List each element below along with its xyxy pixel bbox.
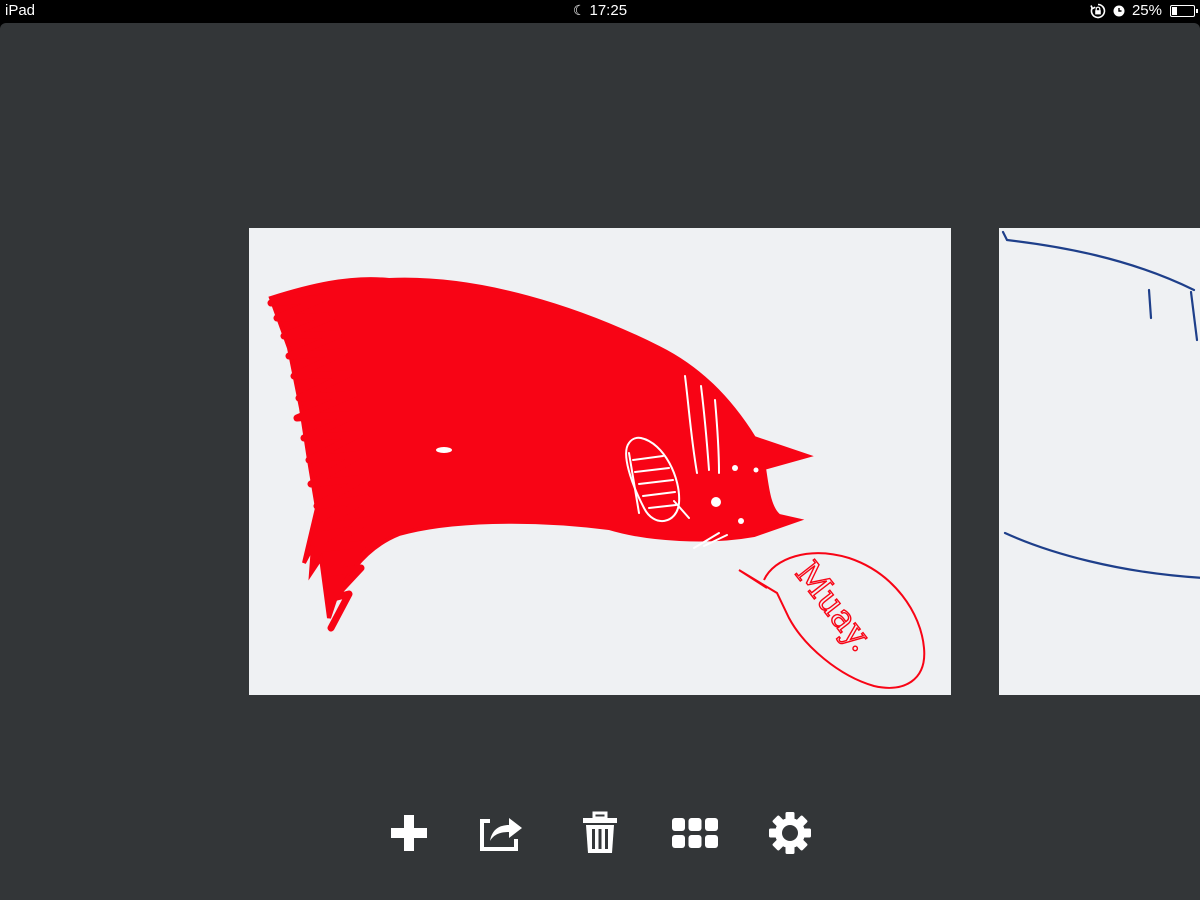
settings-button[interactable] xyxy=(765,808,815,858)
status-bar: iPad ☾ 17:25 25% xyxy=(0,0,1200,23)
share-button[interactable] xyxy=(475,808,525,858)
current-drawing-card[interactable]: Muay. xyxy=(249,228,951,695)
moon-icon: ☾ xyxy=(572,2,586,18)
share-icon xyxy=(480,818,522,851)
battery-text: 25% xyxy=(1131,2,1162,19)
delete-button[interactable] xyxy=(575,808,625,858)
cat-drawing: Muay. xyxy=(267,277,926,689)
rotation-lock-icon xyxy=(1090,3,1106,19)
gear-icon xyxy=(769,812,811,854)
status-time-group: ☾ 17:25 xyxy=(0,2,1200,19)
alarm-clock-icon xyxy=(1112,4,1126,18)
bottom-toolbar xyxy=(0,808,1200,868)
speech-bubble-text: Muay. xyxy=(787,554,882,659)
grid-icon xyxy=(672,818,718,848)
plus-icon xyxy=(391,815,427,851)
next-drawing-card[interactable] xyxy=(999,228,1200,695)
trash-icon xyxy=(583,811,617,853)
new-drawing-button[interactable] xyxy=(384,808,434,858)
status-indicators: 25% xyxy=(1090,2,1198,19)
status-time: 17:25 xyxy=(589,2,628,19)
next-drawing-preview xyxy=(1001,230,1200,579)
gallery-grid-button[interactable] xyxy=(670,808,720,858)
battery-level-fill xyxy=(1172,6,1177,15)
battery-icon xyxy=(1170,4,1198,17)
drawing-gallery: Muay. xyxy=(0,23,1200,900)
